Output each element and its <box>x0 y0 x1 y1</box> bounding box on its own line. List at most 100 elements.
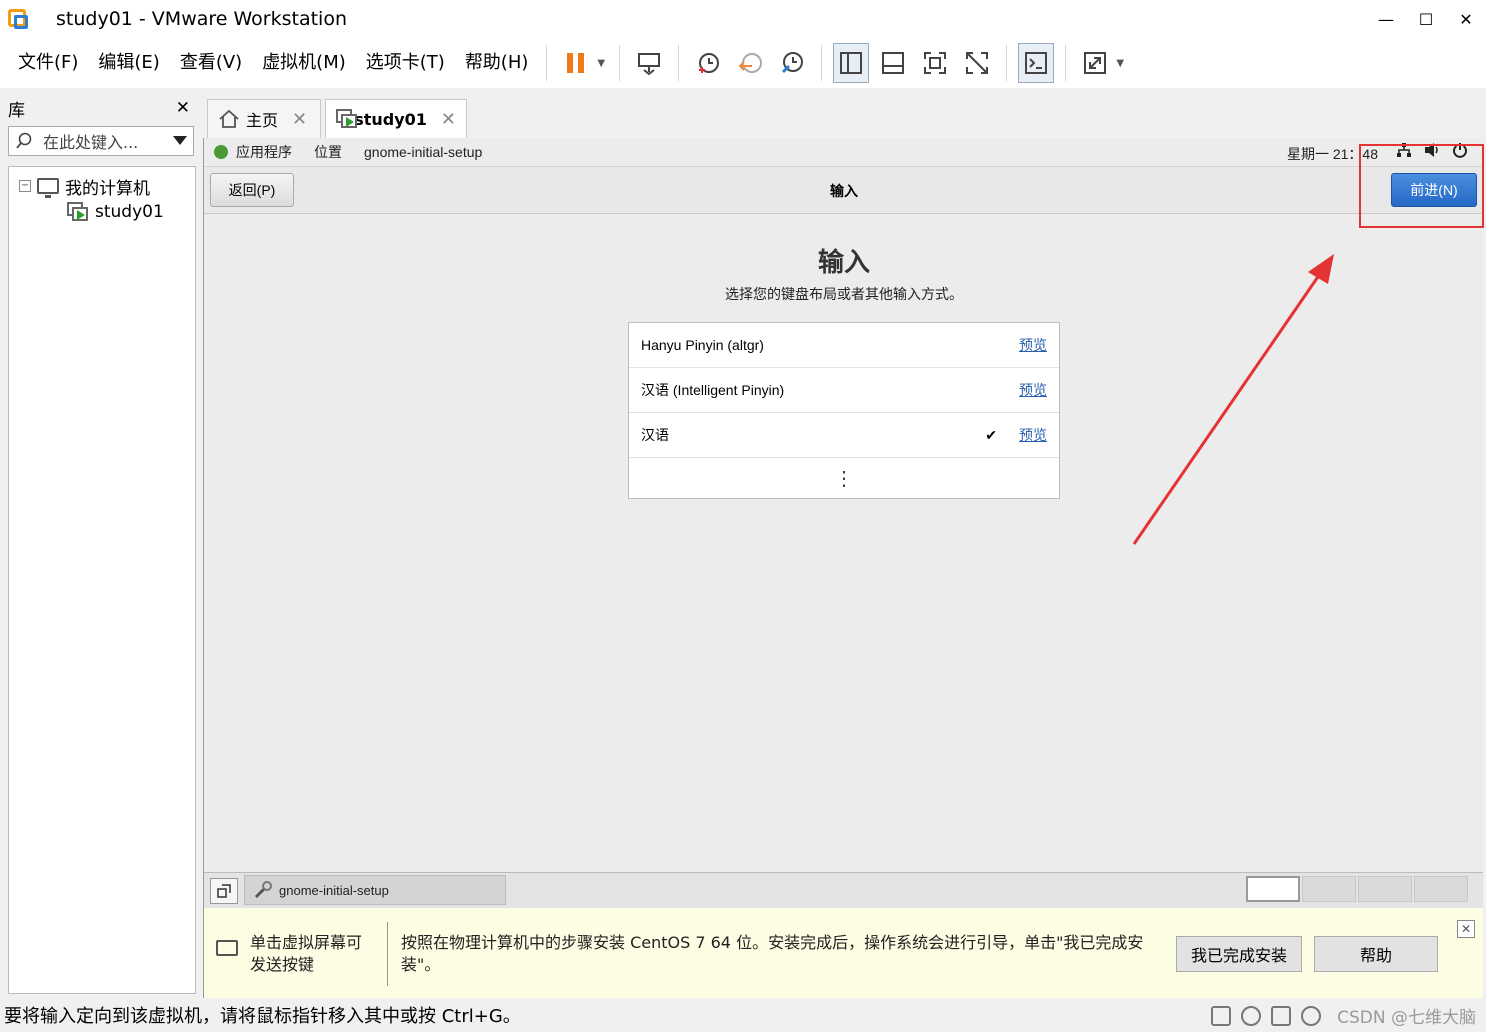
hint-close-icon[interactable]: ✕ <box>1457 920 1475 938</box>
gnome-foot-icon <box>214 145 228 159</box>
minimize-button[interactable]: — <box>1366 0 1406 38</box>
input-source-list: Hanyu Pinyin (altgr) 预览 汉语 (Intelligent … <box>628 322 1060 499</box>
input-source-name: Hanyu Pinyin (altgr) <box>641 337 764 353</box>
gnome-bottom-panel: gnome-initial-setup <box>203 872 1483 908</box>
tree-label-my-computer: 我的计算机 <box>65 178 150 199</box>
menu-file[interactable]: 文件(F) <box>8 43 88 83</box>
workspace-switcher <box>1246 876 1468 902</box>
input-source-name: 汉语 (Intelligent Pinyin) <box>641 382 785 398</box>
gnome-top-bar: 应用程序 位置 gnome-initial-setup 星期一 21：48 <box>204 138 1484 166</box>
tree-node-my-computer[interactable]: − 我的计算机 <box>9 173 195 199</box>
vmware-logo-icon[interactable] <box>8 7 32 31</box>
chevron-down-icon[interactable] <box>173 136 187 146</box>
computer-icon <box>37 178 59 198</box>
library-search-placeholder: 在此处键入... <box>43 133 139 152</box>
preview-link[interactable]: 预览 <box>1019 425 1047 445</box>
workspace-1[interactable] <box>1246 876 1300 902</box>
vm-console[interactable]: 应用程序 位置 gnome-initial-setup 星期一 21：48 返回… <box>203 138 1484 872</box>
status-text: 要将输入定向到该虚拟机，请将鼠标指针移入其中或按 Ctrl+G。 <box>4 1006 521 1027</box>
send-ctrl-alt-del-icon[interactable] <box>631 43 667 83</box>
menu-tabs[interactable]: 选项卡(T) <box>356 43 455 83</box>
menu-edit[interactable]: 编辑(E) <box>88 43 169 83</box>
more-options-button[interactable]: ⋮ <box>629 458 1059 499</box>
stretch-dropdown-icon[interactable]: ▼ <box>1116 58 1130 69</box>
power-dropdown-icon[interactable]: ▼ <box>597 58 611 69</box>
snapshot-manager-icon[interactable] <box>774 43 810 83</box>
full-screen-icon[interactable] <box>917 43 953 83</box>
tab-home-close-icon[interactable]: ✕ <box>292 109 307 130</box>
input-source-row[interactable]: 汉语 ✔ 预览 <box>629 413 1059 458</box>
input-source-row[interactable]: Hanyu Pinyin (altgr) 预览 <box>629 323 1059 368</box>
snapshot-icon[interactable] <box>690 43 726 83</box>
install-hint-bar: 单击虚拟屏幕可发送按键 按照在物理计算机中的步骤安装 CentOS 7 64 位… <box>203 908 1483 998</box>
tab-bar: 主页 ✕ study01 ✕ <box>203 90 1483 138</box>
tree-node-study01[interactable]: study01 <box>9 199 195 225</box>
stretch-guest-icon[interactable] <box>1077 43 1113 83</box>
preview-link[interactable]: 预览 <box>1019 380 1047 400</box>
console-view-icon[interactable] <box>1018 43 1055 83</box>
revert-snapshot-icon[interactable] <box>732 43 768 83</box>
input-source-row[interactable]: 汉语 (Intelligent Pinyin) 预览 <box>629 368 1059 413</box>
preview-link[interactable]: 预览 <box>1019 335 1047 355</box>
hard-disk-icon[interactable] <box>1211 1005 1232 1026</box>
annotation-arrow <box>1132 254 1334 545</box>
toolbar-separator <box>678 45 680 81</box>
workspace-4[interactable] <box>1414 876 1468 902</box>
tab-study01-close-icon[interactable]: ✕ <box>441 109 456 130</box>
menu-help[interactable]: 帮助(H) <box>455 43 539 83</box>
network-adapter-icon[interactable] <box>1271 1005 1292 1026</box>
header-title: 输入 <box>830 183 858 199</box>
keyboard-icon <box>216 940 238 956</box>
tools-icon <box>254 881 272 899</box>
menu-toolbar: 文件(F) 编辑(E) 查看(V) 虚拟机(M) 选项卡(T) 帮助(H) ▼ … <box>0 38 1486 88</box>
show-thumbnail-bar-icon[interactable] <box>875 43 911 83</box>
annotation-highlight-box <box>1359 144 1484 228</box>
home-icon <box>219 109 239 128</box>
cd-dvd-icon[interactable] <box>1241 1005 1262 1026</box>
gnome-app-name[interactable]: gnome-initial-setup <box>364 144 482 160</box>
setup-header-bar: 返回(P) 输入 前进(N) <box>204 166 1484 214</box>
tab-home-label: 主页 <box>246 111 279 130</box>
search-icon <box>16 132 32 149</box>
library-close-icon[interactable]: ✕ <box>176 98 190 118</box>
gnome-applications-menu[interactable]: 应用程序 <box>236 142 292 162</box>
toolbar-separator <box>821 45 823 81</box>
library-title: 库 <box>8 100 25 121</box>
toolbar-separator <box>1006 45 1008 81</box>
taskbar-window-item[interactable]: gnome-initial-setup <box>244 875 506 905</box>
toolbar-separator <box>546 45 548 81</box>
workspace-3[interactable] <box>1358 876 1412 902</box>
input-source-name: 汉语 <box>641 427 669 443</box>
hint-install-text: 按照在物理计算机中的步骤安装 CentOS 7 64 位。安装完成后，操作系统会… <box>401 933 1144 974</box>
hint-click-screen-text: 单击虚拟屏幕可发送按键 <box>250 933 363 974</box>
hint-help-button[interactable]: 帮助 <box>1314 936 1438 972</box>
toolbar-separator <box>1065 45 1067 81</box>
pause-icon[interactable] <box>558 43 594 83</box>
tab-study01[interactable]: study01 ✕ <box>325 99 467 138</box>
close-window-button[interactable]: ✕ <box>1446 0 1486 38</box>
collapse-toggle-icon[interactable]: − <box>19 180 31 192</box>
watermark: CSDN @七维大脑 <box>1337 1008 1476 1028</box>
sound-card-icon[interactable] <box>1301 1005 1322 1026</box>
taskbar-window-label: gnome-initial-setup <box>279 882 389 898</box>
workspace-2[interactable] <box>1302 876 1356 902</box>
maximize-button[interactable]: ☐ <box>1406 0 1446 38</box>
tab-home[interactable]: 主页 ✕ <box>207 99 321 138</box>
tab-study01-label: study01 <box>354 109 427 129</box>
vm-running-icon <box>336 109 357 129</box>
show-library-icon[interactable] <box>833 43 870 83</box>
checkmark-icon: ✔ <box>985 426 997 443</box>
title-bar: study01 - VMware Workstation — ☐ ✕ <box>0 0 1486 38</box>
menu-vm[interactable]: 虚拟机(M) <box>252 43 356 83</box>
library-tree: − 我的计算机 study01 <box>8 166 196 994</box>
menu-view[interactable]: 查看(V) <box>170 43 252 83</box>
hint-divider <box>387 922 388 986</box>
status-bar: 要将输入定向到该虚拟机，请将鼠标指针移入其中或按 Ctrl+G。 CSDN @七… <box>0 998 1486 1032</box>
show-desktop-icon[interactable] <box>210 878 238 904</box>
gnome-places-menu[interactable]: 位置 <box>314 142 342 162</box>
library-search-input[interactable]: 在此处键入... <box>8 126 194 156</box>
vm-running-icon <box>67 202 89 222</box>
finished-install-button[interactable]: 我已完成安装 <box>1176 936 1302 972</box>
library-pane: 库 ✕ 在此处键入... − 我的计算机 study01 <box>0 90 198 996</box>
unity-mode-icon[interactable] <box>959 43 995 83</box>
